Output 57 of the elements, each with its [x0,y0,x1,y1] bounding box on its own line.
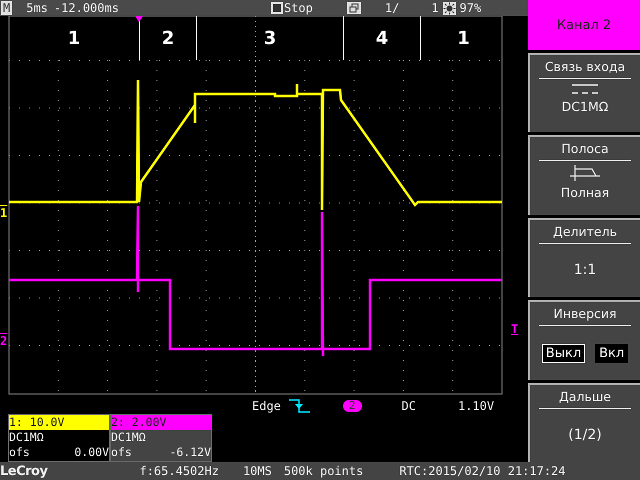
menu-item-value: DC1MΩ [562,99,608,114]
sun-icon [442,2,456,14]
brand-logo: LeCroy [0,464,48,478]
sample-rate: 10MS [242,464,272,478]
channel-info-panel[interactable]: 1: 10.0V DC1MΩ ofs 0.00V [8,414,110,462]
option-toggle[interactable]: Выкл [542,344,586,364]
phase-label: 1 [457,28,470,48]
menu-item-title: Полоса [561,141,609,156]
delay: -12.000ms [54,1,119,15]
phase-label: 1 [68,28,80,48]
menu-item-value: Полная [560,185,610,200]
trigger-type: Edge [252,399,281,413]
offset-label: ofs [9,445,30,460]
stack-icon [346,2,361,14]
menu-item-title: Дальше [559,388,611,404]
phase-label: 3 [264,28,276,48]
mode-indicator: M [1,1,12,15]
memory-depth: 500k points [284,464,364,478]
bandwidth-filter-icon [570,165,600,182]
sequence-index: 1/ [384,1,400,15]
trigger-coupling: DC [402,399,416,413]
offset-value: 0.00V [74,445,109,460]
channel-info-panel[interactable]: 2: 2.00V DC1MΩ ofs -6.12V [110,414,212,462]
menu-item[interactable]: Связь входа DC1MΩ [528,53,640,132]
menu-item-value: 1:1 [574,262,596,278]
dc-coupling-icon [572,83,598,95]
sequence-total: 1 [431,1,439,15]
option-toggle[interactable]: Вкл [595,344,628,364]
trigger-level-marker: T [511,322,518,336]
channel-scale: 2: 2.00V [111,415,211,430]
stop-icon [270,2,283,14]
menu-item-value: (1/2) [568,426,602,443]
offset-label: ofs [111,445,132,460]
menu-item[interactable]: Дальше (1/2) [528,382,640,462]
phase-label: 4 [376,28,388,48]
menu-title: Канал 2 [528,0,640,50]
menu-item[interactable]: Делитель 1:1 [528,218,640,298]
menu-item[interactable]: Инверсия Выкл Вкл [528,300,640,380]
trigger-level: 1.10V [458,399,494,413]
offset-value: -6.12V [169,445,211,460]
channel-marker: 2 [0,334,8,348]
channel-scale: 1: 10.0V [9,415,109,430]
phase-label: 2 [162,28,174,48]
real-time-clock: RTC:2015/02/10 21:17:24 [399,464,566,478]
channel-marker: 1 [0,206,8,220]
falling-edge-icon [288,399,311,413]
frequency-reading: f:65.4502Hz [139,464,219,478]
menu-item-title: Связь входа [544,59,626,74]
timebase: 5ms [26,1,48,15]
battery-level: 97% [460,1,482,15]
menu-item-title: Инверсия [553,306,617,322]
channel-coupling: DC1MΩ [111,430,147,445]
menu-item-title: Делитель [553,224,617,239]
menu-item[interactable]: Полоса Полная [528,135,640,215]
trigger-source: 2 [342,400,362,412]
run-state: Stop [284,1,313,15]
channel-coupling: DC1MΩ [9,430,45,445]
